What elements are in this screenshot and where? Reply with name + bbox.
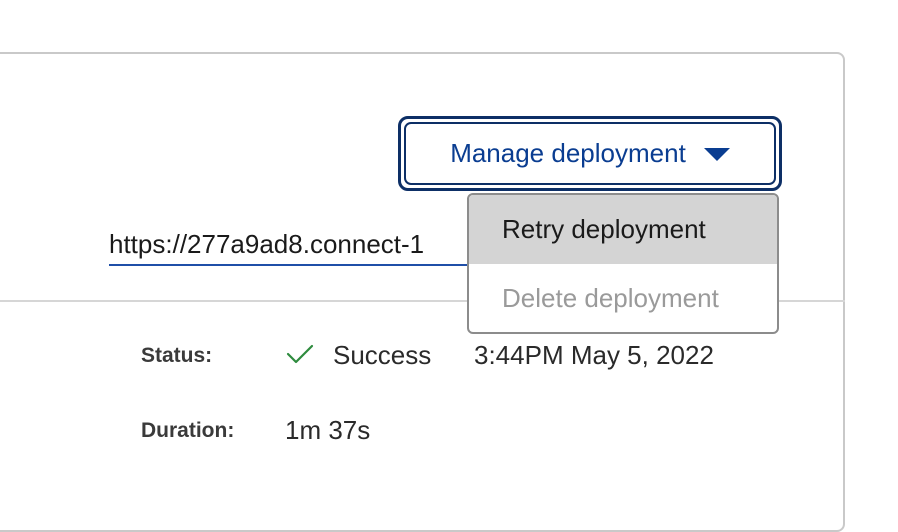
status-label: Status:: [141, 344, 213, 367]
duration-value: 1m 37s: [285, 415, 371, 445]
status-timestamp: 3:44PM May 5, 2022: [474, 340, 714, 370]
deployment-url-link[interactable]: https://277a9ad8.connect-1: [109, 226, 474, 266]
menu-item-delete-deployment: Delete deployment: [502, 283, 719, 313]
status-value: Success: [333, 340, 432, 370]
checkmark-icon: [286, 344, 314, 364]
manage-deployment-button[interactable]: Manage deployment: [398, 116, 782, 191]
manage-deployment-label: Manage deployment: [450, 138, 686, 168]
manage-deployment-menu: Retry deployment Delete deployment: [467, 193, 779, 334]
menu-item-retry-deployment[interactable]: Retry deployment: [469, 195, 777, 264]
duration-label: Duration:: [141, 419, 235, 442]
manage-deployment-button-inner: Manage deployment: [404, 122, 776, 185]
caret-down-icon: [703, 148, 730, 161]
